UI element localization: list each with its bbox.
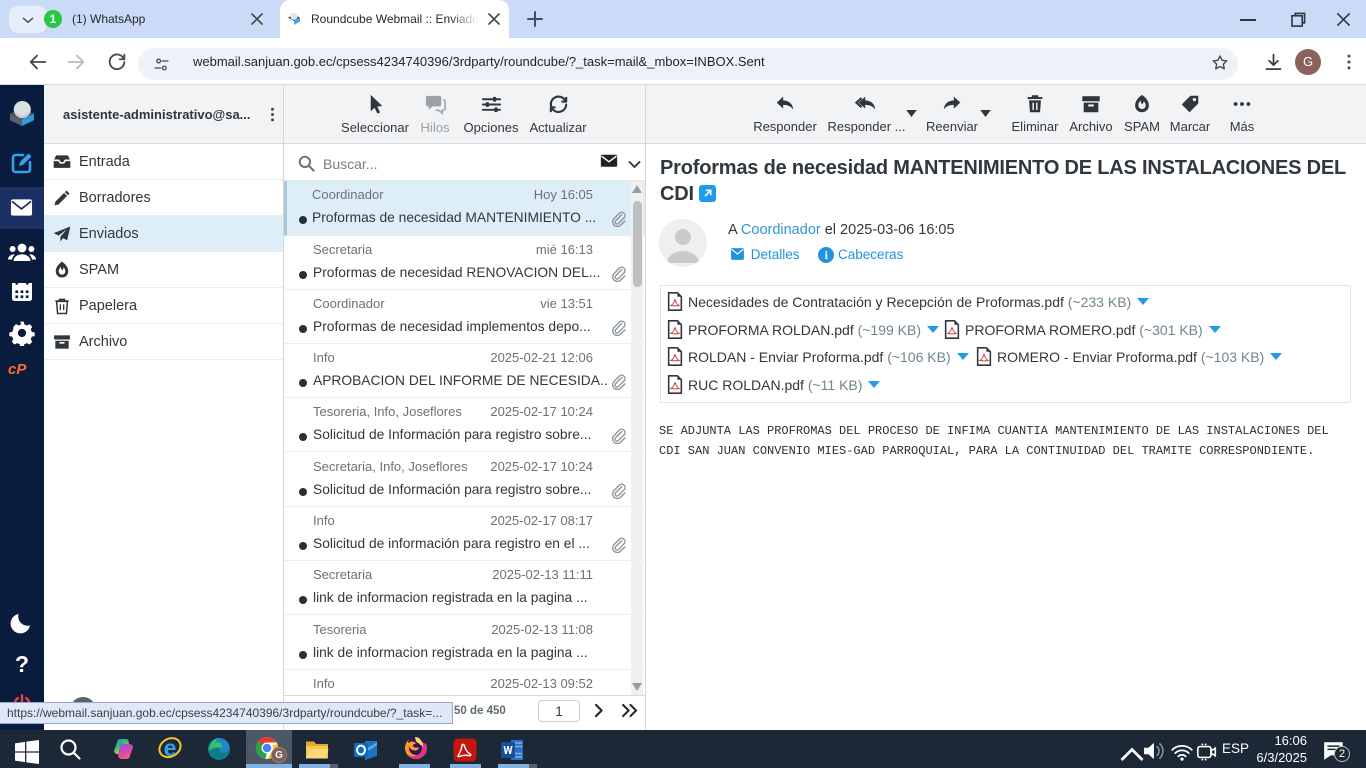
svg-text:e: e xyxy=(164,736,177,760)
